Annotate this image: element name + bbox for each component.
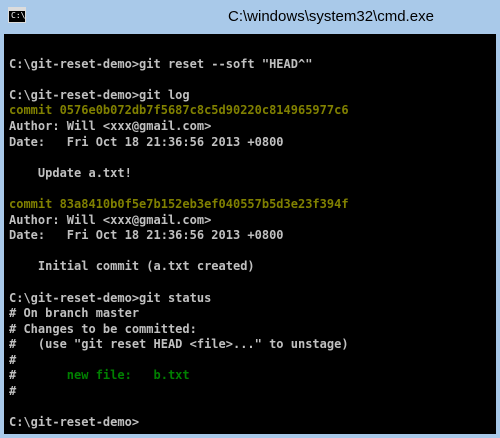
console-line: Initial commit (a.txt created) [9, 259, 495, 275]
console-line: # new file: b.txt [9, 368, 495, 384]
console-line-text: commit 83a8410b0f5e7b152eb3ef040557b5d3e… [9, 196, 349, 211]
console-line: C:\git-reset-demo> [9, 415, 495, 431]
window-title: C:\windows\system32\cmd.exe [228, 8, 434, 25]
console-line-text: Date: Fri Oct 18 21:36:56 2013 +0800 [9, 134, 284, 149]
console-line: # Changes to be committed: [9, 322, 495, 338]
app-icon-prompt-text: C:\ [11, 11, 26, 20]
console-line: Author: Will <xxx@gmail.com> [9, 213, 495, 229]
console-line: Update a.txt! [9, 166, 495, 182]
console-line: Author: Will <xxx@gmail.com> [9, 119, 495, 135]
console-line-text: Author: Will <xxx@gmail.com> [9, 118, 212, 133]
console-line-text: C:\git-reset-demo>git reset --soft "HEAD… [9, 56, 313, 71]
console-line: commit 83a8410b0f5e7b152eb3ef040557b5d3e… [9, 197, 495, 213]
title-bar[interactable]: C:\ C:\windows\system32\cmd.exe [4, 0, 496, 34]
console-line-text: # [9, 352, 17, 367]
console-line: # [9, 384, 495, 400]
console-line: Date: Fri Oct 18 21:36:56 2013 +0800 [9, 135, 495, 151]
console-line: # On branch master [9, 306, 495, 322]
console-line-text: # Changes to be committed: [9, 321, 197, 336]
console-line-text: C:\git-reset-demo>git status [9, 290, 212, 305]
console-line-text: # On branch master [9, 306, 140, 321]
console-line-text: # (use "git reset HEAD <file>..." to uns… [9, 337, 349, 352]
console-line-text: commit 0576e0b072db7f5687c8c5d90220c8149… [9, 103, 349, 118]
console-line: # [9, 353, 495, 369]
cmd-app-icon[interactable]: C:\ [8, 7, 26, 23]
cmd-window: C:\ C:\windows\system32\cmd.exe C:\git-r… [0, 0, 500, 438]
console-line: Date: Fri Oct 18 21:36:56 2013 +0800 [9, 228, 495, 244]
console-line-text: Initial commit (a.txt created) [9, 259, 255, 274]
console-line-text: Author: Will <xxx@gmail.com> [9, 212, 212, 227]
console-line-text: C:\git-reset-demo> [9, 415, 140, 430]
console-line-text: # [9, 384, 17, 399]
console-line: C:\git-reset-demo>git log [9, 88, 495, 104]
console-line: C:\git-reset-demo>git reset --soft "HEAD… [9, 57, 495, 73]
console-line: # (use "git reset HEAD <file>..." to uns… [9, 337, 495, 353]
console-line: C:\git-reset-demo>git status [9, 291, 495, 307]
console-line: commit 0576e0b072db7f5687c8c5d90220c8149… [9, 103, 495, 119]
console-line-staged-file: new file: b.txt [16, 368, 190, 383]
console-line-text: C:\git-reset-demo>git log [9, 87, 190, 102]
console-line-text: Date: Fri Oct 18 21:36:56 2013 +0800 [9, 228, 284, 243]
console-output[interactable]: C:\git-reset-demo>git reset --soft "HEAD… [9, 41, 495, 431]
console-line-text: Update a.txt! [9, 165, 132, 180]
